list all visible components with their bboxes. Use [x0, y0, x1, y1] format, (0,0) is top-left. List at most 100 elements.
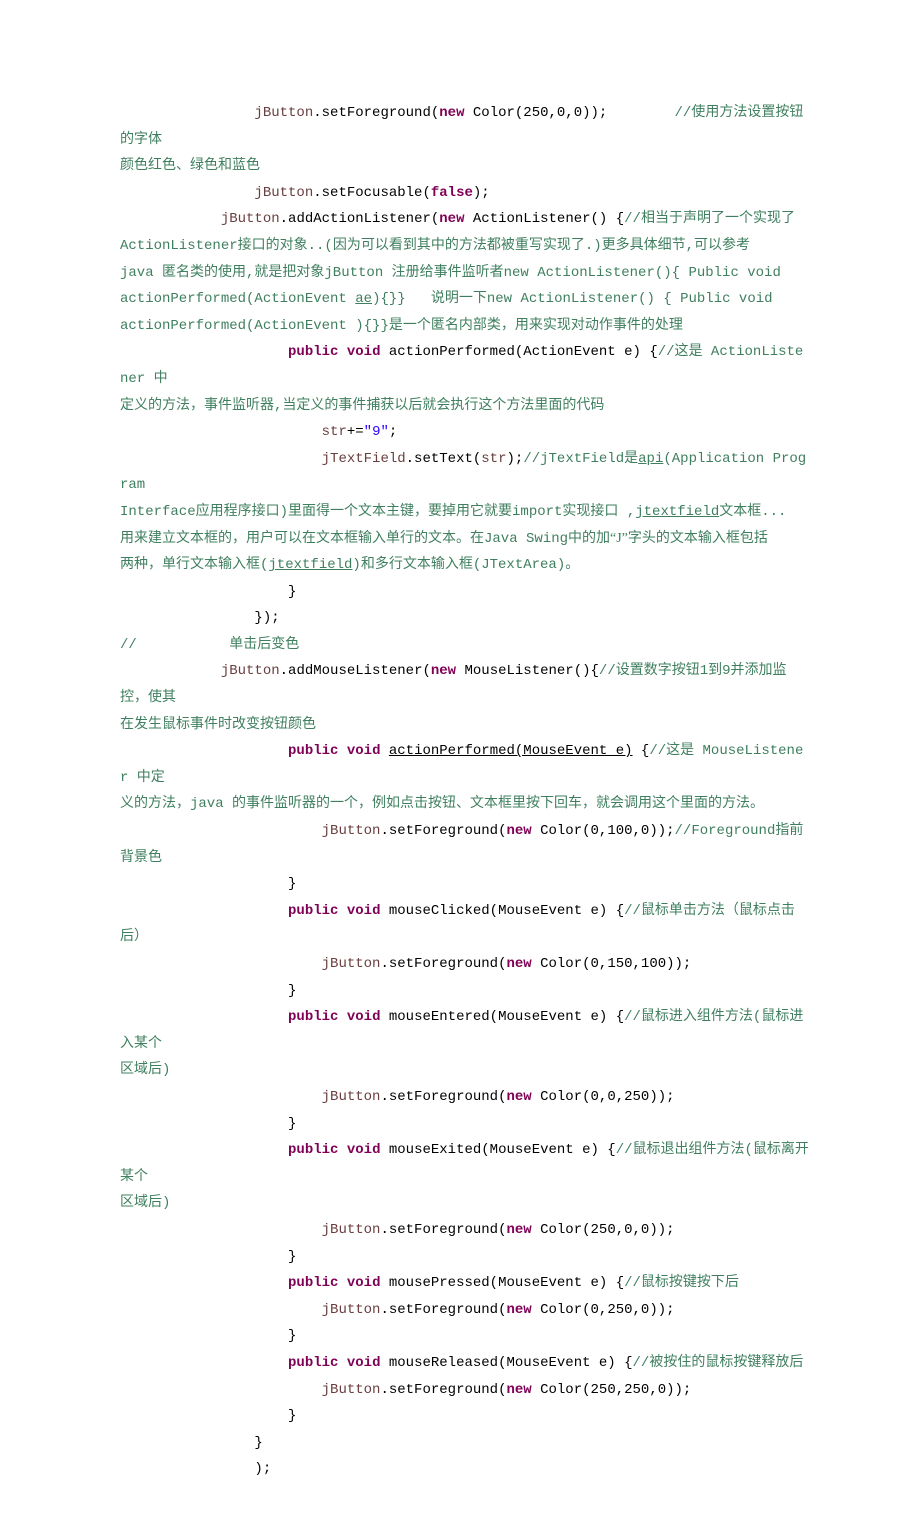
- code-segment: // 单击后变色: [120, 637, 299, 653]
- code-line: public void actionPerformed(ActionEvent …: [120, 339, 810, 392]
- code-segment: }: [288, 876, 296, 892]
- code-segment: void: [347, 903, 381, 919]
- code-segment: ;: [389, 424, 397, 440]
- code-line: jButton.setForeground(new Color(0,250,0)…: [120, 1297, 810, 1324]
- code-segment: “J”: [610, 531, 628, 546]
- code-segment: jButton: [254, 185, 313, 201]
- code-segment: {: [633, 743, 650, 759]
- code-segment: ActionListener() {: [465, 211, 625, 227]
- code-segment: [338, 1009, 346, 1025]
- code-segment: [338, 1355, 346, 1371]
- code-document: jButton.setForeground(new Color(250,0,0)…: [120, 100, 810, 1483]
- code-segment: .setForeground(: [380, 956, 506, 972]
- code-segment: void: [347, 1142, 381, 1158]
- code-line: actionPerformed(ActionEvent ){}}是一个匿名内部类…: [120, 313, 810, 340]
- code-segment: .setForeground(: [313, 105, 439, 121]
- code-segment: mouseClicked(MouseEvent e) {: [380, 903, 624, 919]
- code-segment: );: [507, 451, 524, 467]
- code-segment: Color(250,0,0));: [464, 105, 674, 121]
- code-segment: .setForeground(: [380, 1302, 506, 1318]
- code-line: }: [120, 1403, 810, 1430]
- code-segment: MouseListener(){: [456, 663, 599, 679]
- code-segment: str: [322, 424, 347, 440]
- code-segment: void: [347, 344, 381, 360]
- code-segment: Color(0,100,0));: [532, 823, 675, 839]
- code-line: jButton.setForeground(new Color(250,250,…: [120, 1377, 810, 1404]
- code-segment: jButton: [322, 1089, 381, 1105]
- code-segment: new: [506, 1089, 531, 1105]
- code-segment: 字头的文本输入框包括: [628, 531, 768, 547]
- code-line: jButton.setForeground(new Color(250,0,0)…: [120, 100, 810, 153]
- code-segment: void: [347, 1009, 381, 1025]
- code-segment: //相当于声明了一个实现了: [624, 211, 795, 227]
- code-segment: });: [254, 610, 279, 626]
- code-line: }: [120, 1323, 810, 1350]
- code-line: 义的方法，java 的事件监听器的一个，例如点击按钮、文本框里按下回车，就会调用…: [120, 791, 810, 818]
- code-segment: public: [288, 1355, 338, 1371]
- code-segment: }: [288, 1116, 296, 1132]
- code-line: });: [120, 605, 810, 632]
- code-segment: void: [347, 1355, 381, 1371]
- code-segment: ae: [355, 291, 372, 307]
- code-line: actionPerformed(ActionEvent ae){}} 说明一下n…: [120, 286, 810, 313]
- code-line: str+="9";: [120, 419, 810, 446]
- code-segment: }: [288, 1328, 296, 1344]
- code-segment: actionPerformed(ActionEvent e) {: [380, 344, 657, 360]
- code-line: // 单击后变色: [120, 632, 810, 659]
- code-segment: public: [288, 1009, 338, 1025]
- code-segment: 两种，单行文本输入框(: [120, 557, 268, 573]
- code-line: 用来建立文本框的，用户可以在文本框输入单行的文本。在Java Swing中的加“…: [120, 526, 810, 553]
- code-segment: [338, 903, 346, 919]
- code-line: }: [120, 978, 810, 1005]
- code-segment: //鼠标按键按下后: [624, 1275, 739, 1291]
- code-segment: .setForeground(: [380, 1222, 506, 1238]
- code-segment: public: [288, 743, 338, 759]
- code-segment: jtextfield: [635, 504, 719, 520]
- code-segment: actionPerformed(ActionEvent ){}}是一个匿名内部类…: [120, 318, 683, 334]
- code-line: public void mouseExited(MouseEvent e) {/…: [120, 1137, 810, 1190]
- code-segment: .setForeground(: [380, 823, 506, 839]
- code-segment: }: [288, 983, 296, 999]
- code-line: }: [120, 1244, 810, 1271]
- code-segment: }: [254, 1435, 262, 1451]
- code-segment: }: [288, 1249, 296, 1265]
- code-line: public void mousePressed(MouseEvent e) {…: [120, 1270, 810, 1297]
- code-segment: [338, 743, 346, 759]
- code-segment: new: [431, 663, 456, 679]
- code-segment: 颜色红色、绿色和蓝色: [120, 158, 260, 174]
- code-segment: java 匿名类的使用,就是把对象jButton 注册给事件监听者new Act…: [120, 265, 789, 281]
- code-segment: str: [481, 451, 506, 467]
- code-segment: mouseEntered(MouseEvent e) {: [380, 1009, 624, 1025]
- code-segment: Color(0,150,100));: [532, 956, 692, 972]
- code-segment: jButton: [221, 211, 280, 227]
- code-line: }: [120, 1430, 810, 1457]
- code-segment: actionPerformed(MouseEvent e): [389, 743, 633, 759]
- code-segment: jButton: [254, 105, 313, 121]
- code-segment: Color(0,0,250));: [532, 1089, 675, 1105]
- code-segment: .addMouseListener(: [280, 663, 431, 679]
- code-segment: //jTextField是: [523, 451, 638, 467]
- code-segment: mouseReleased(MouseEvent e) {: [380, 1355, 632, 1371]
- code-line: 颜色红色、绿色和蓝色: [120, 153, 810, 180]
- code-segment: [380, 743, 388, 759]
- code-line: Interface应用程序接口)里面得一个文本主键，要掉用它就要import实现…: [120, 499, 810, 526]
- code-segment: .setText(: [406, 451, 482, 467]
- code-line: 在发生鼠标事件时改变按钮颜色: [120, 712, 810, 739]
- code-segment: void: [347, 743, 381, 759]
- code-line: }: [120, 1111, 810, 1138]
- code-segment: public: [288, 1275, 338, 1291]
- code-segment: void: [347, 1275, 381, 1291]
- code-segment: jTextField: [322, 451, 406, 467]
- code-line: jButton.addActionListener(new ActionList…: [120, 206, 810, 233]
- code-segment: jButton: [221, 663, 280, 679]
- code-segment: //被按住的鼠标按键释放后: [633, 1355, 804, 1371]
- code-segment: [338, 1275, 346, 1291]
- code-segment: public: [288, 1142, 338, 1158]
- code-segment: jButton: [322, 956, 381, 972]
- code-line: jButton.setForeground(new Color(0,150,10…: [120, 951, 810, 978]
- code-segment: Color(250,250,0));: [532, 1382, 692, 1398]
- code-line: 区域后): [120, 1190, 810, 1217]
- code-segment: actionPerformed(ActionEvent: [120, 291, 355, 307]
- code-segment: new: [506, 1382, 531, 1398]
- code-segment: Interface应用程序接口)里面得一个文本主键，要掉用它就要import实现…: [120, 504, 635, 520]
